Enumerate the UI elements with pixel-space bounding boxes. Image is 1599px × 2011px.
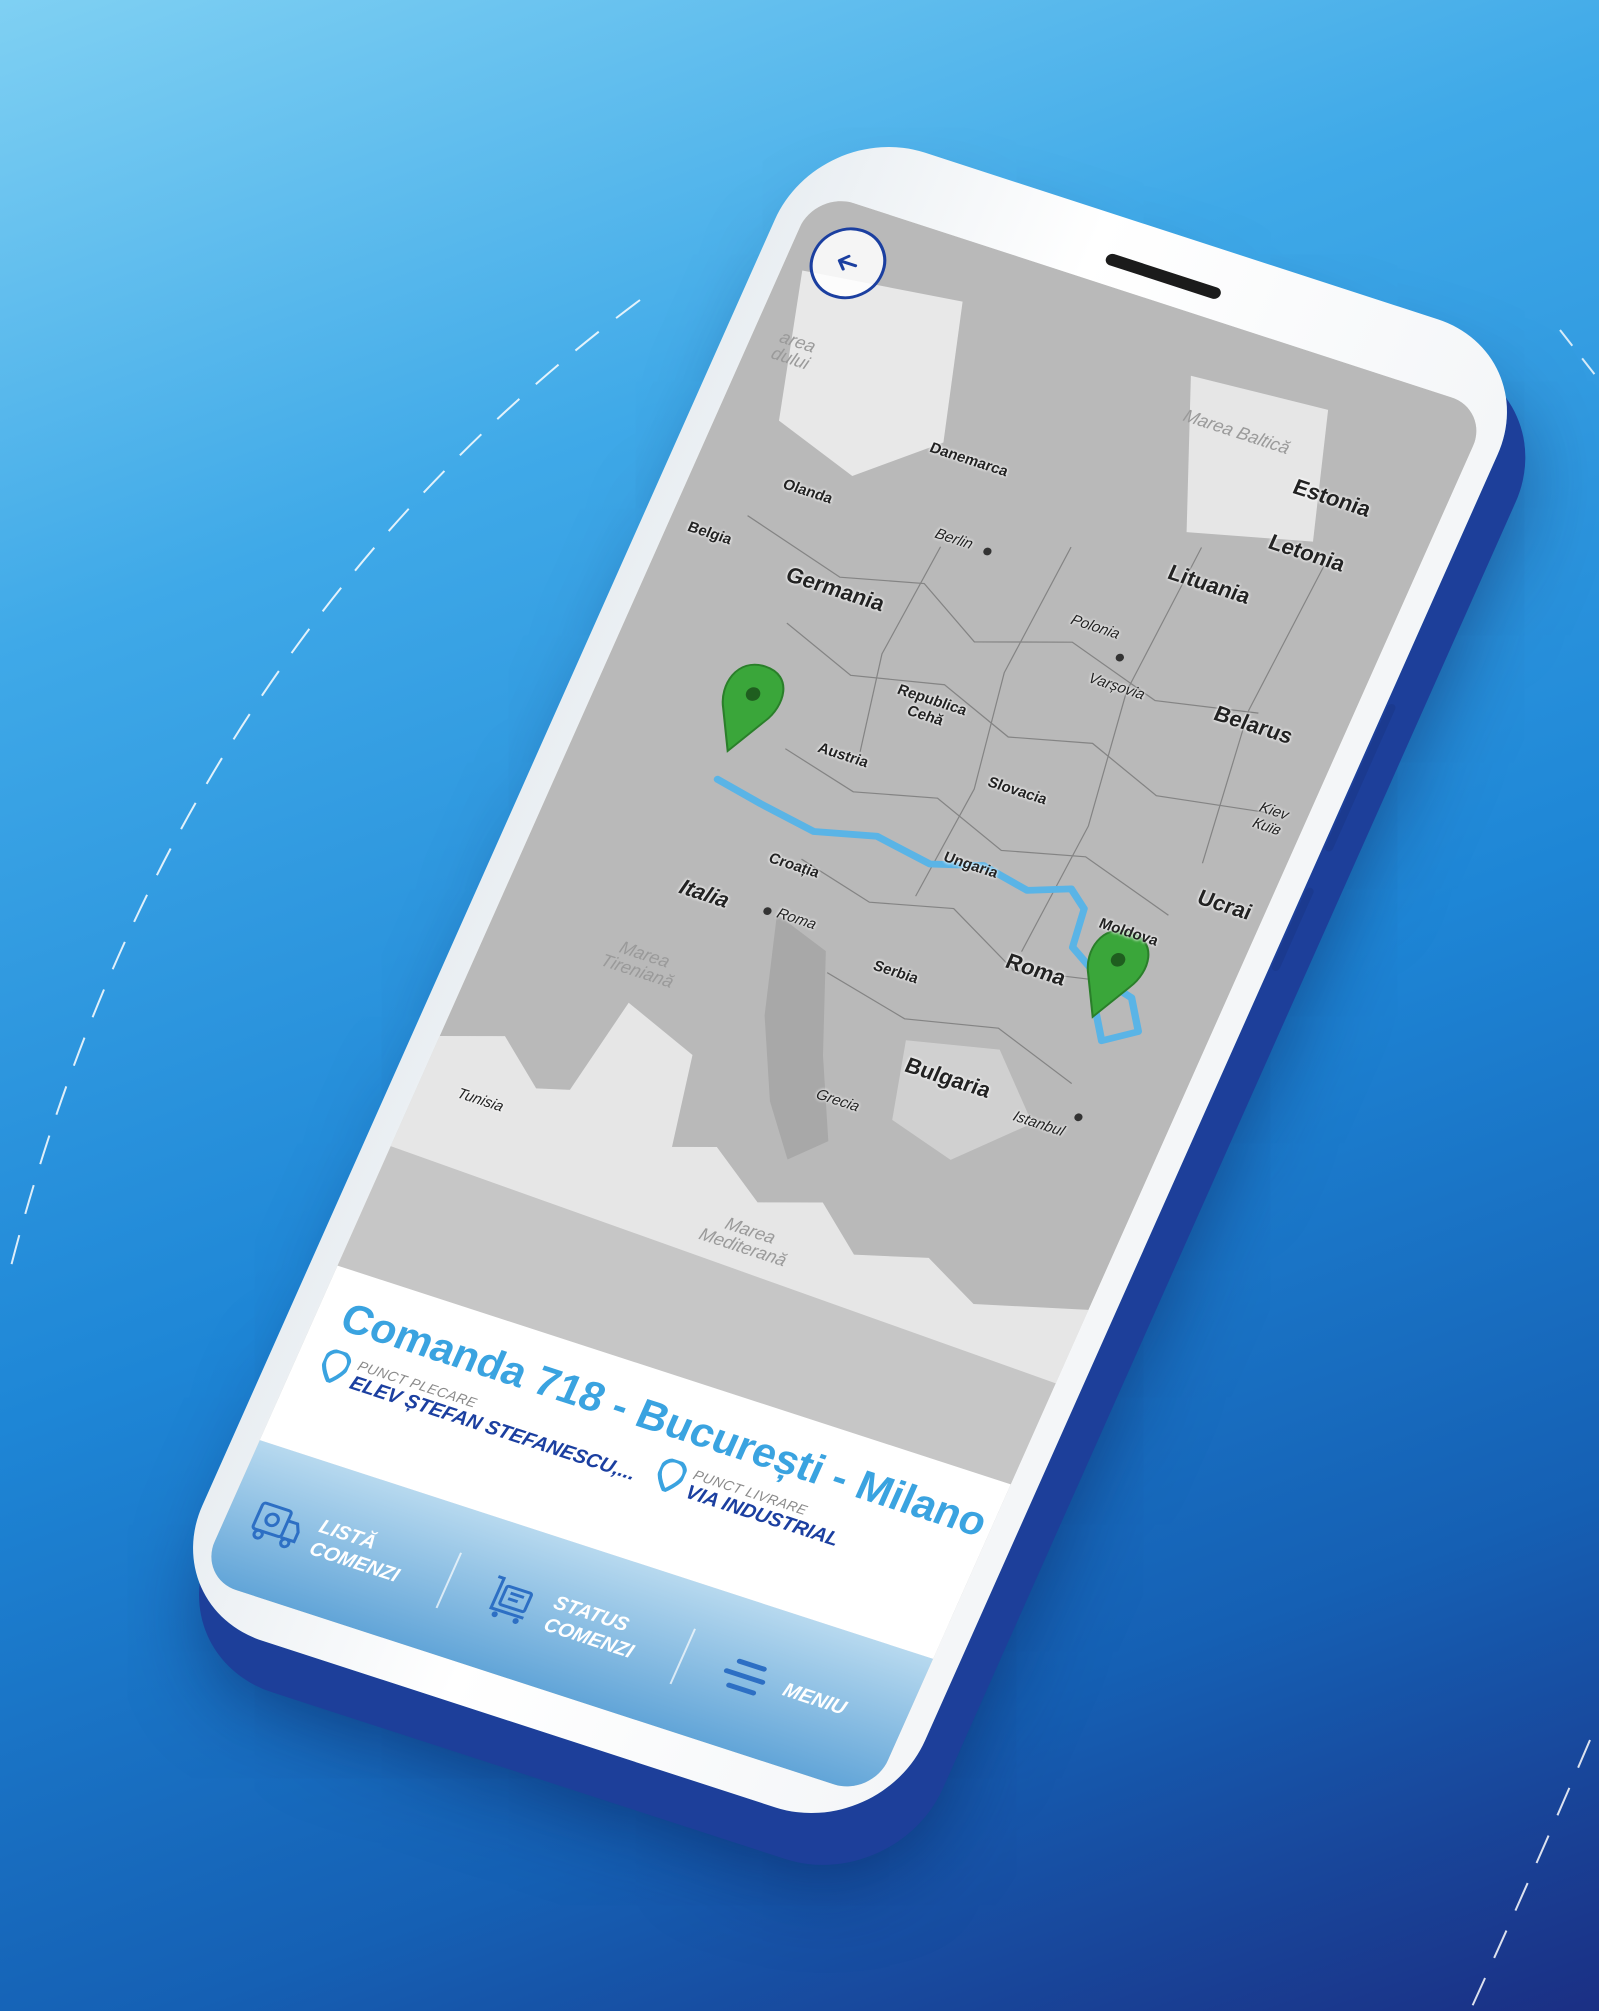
location-pin-icon <box>321 1349 352 1384</box>
nav-label: MENIU <box>779 1679 850 1720</box>
nav-label: STATUS COMENZI <box>540 1592 637 1663</box>
arrow-left-icon <box>837 254 858 271</box>
side-button <box>1270 886 1315 972</box>
menu-icon <box>724 1658 768 1696</box>
nav-divider <box>435 1552 462 1609</box>
nav-status-comenzi[interactable]: STATUS COMENZI <box>463 1558 668 1678</box>
nav-label: LISTĂ COMENZI <box>305 1515 403 1587</box>
phone-mockup-wrap: Estonia Letonia Lituania Danemarca Oland… <box>0 0 1599 2011</box>
phone-device: Estonia Letonia Lituania Danemarca Oland… <box>157 118 1543 1842</box>
nav-divider <box>669 1628 697 1685</box>
app-screen: Estonia Letonia Lituania Danemarca Oland… <box>198 190 1490 1797</box>
nav-meniu[interactable]: MENIU <box>698 1635 902 1753</box>
cart-status-icon <box>488 1575 533 1624</box>
location-pin-icon <box>657 1458 687 1494</box>
truck-list-icon <box>251 1501 300 1549</box>
nav-lista-comenzi[interactable]: LISTĂ COMENZI <box>229 1482 434 1602</box>
